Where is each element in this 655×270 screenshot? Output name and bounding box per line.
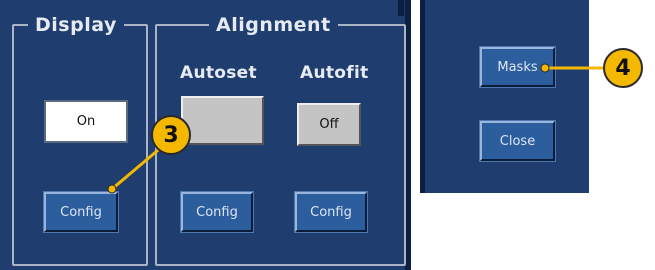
autofit-off-button[interactable]: Off: [297, 103, 361, 146]
autoset-config-button[interactable]: Config: [180, 191, 254, 233]
display-on-button[interactable]: On: [44, 100, 128, 143]
masks-button[interactable]: Masks: [479, 46, 556, 88]
alignment-group-title: Alignment: [209, 12, 338, 38]
panel-divider: [398, 0, 404, 16]
callout-marker-4: 4: [603, 48, 643, 88]
display-config-button[interactable]: Config: [43, 191, 119, 233]
autofit-label: Autofit: [300, 63, 369, 83]
side-menu-panel: Masks Close: [420, 0, 589, 193]
display-group-title: Display: [28, 12, 124, 38]
autoset-label: Autoset: [180, 63, 257, 83]
callout-marker-3: 3: [151, 115, 191, 155]
control-panel: Display Alignment Autoset Autofit On Off…: [0, 0, 411, 270]
autofit-config-button[interactable]: Config: [294, 191, 368, 233]
autoset-button[interactable]: [181, 96, 264, 145]
close-button[interactable]: Close: [479, 120, 556, 162]
